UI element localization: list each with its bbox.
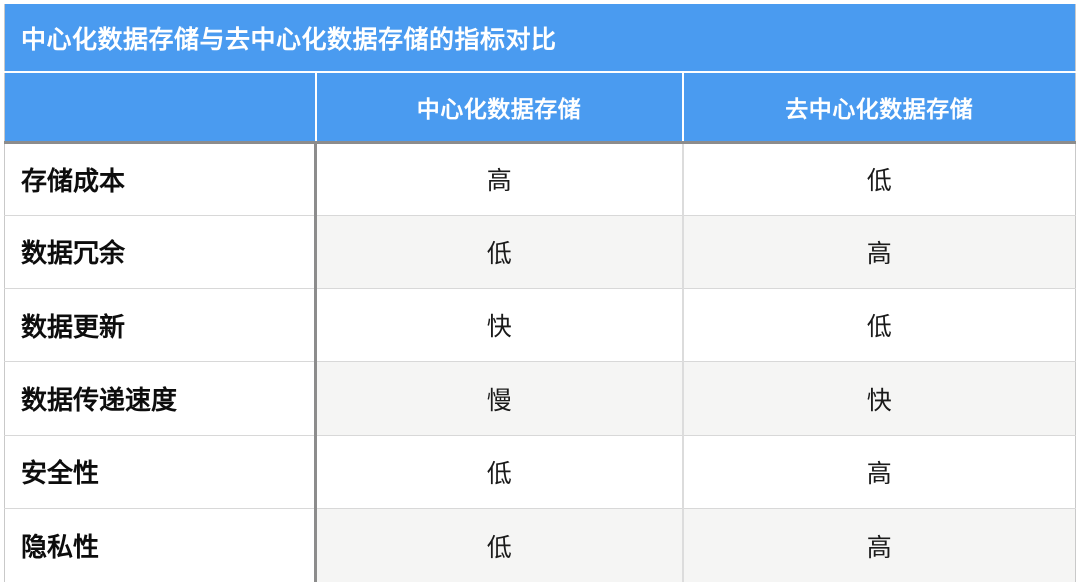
table-row: 安全性低高 — [4, 435, 1076, 510]
cell-decentralized-value: 高 — [682, 215, 1076, 290]
row-metric-label: 数据更新 — [4, 288, 317, 363]
column-header-decentralized: 去中心化数据存储 — [682, 72, 1076, 144]
cell-decentralized-value: 高 — [682, 508, 1076, 582]
column-header-centralized: 中心化数据存储 — [315, 72, 684, 144]
row-metric-label: 数据冗余 — [4, 215, 317, 290]
cell-centralized-value: 高 — [315, 142, 684, 216]
cell-decentralized-value: 低 — [682, 288, 1076, 363]
row-metric-label: 存储成本 — [4, 142, 317, 216]
column-header-row: 中心化数据存储 去中心化数据存储 — [4, 72, 1076, 144]
cell-centralized-value: 低 — [315, 215, 684, 290]
table-title-row: 中心化数据存储与去中心化数据存储的指标对比 — [4, 4, 1076, 73]
table-title: 中心化数据存储与去中心化数据存储的指标对比 — [4, 4, 1076, 73]
cell-decentralized-value: 快 — [682, 361, 1076, 436]
table-row: 存储成本高低 — [4, 142, 1076, 216]
comparison-table: 中心化数据存储与去中心化数据存储的指标对比 中心化数据存储 去中心化数据存储 存… — [4, 4, 1076, 582]
table-row: 隐私性低高 — [4, 508, 1076, 582]
cell-centralized-value: 快 — [315, 288, 684, 363]
cell-centralized-value: 慢 — [315, 361, 684, 436]
table-body: 存储成本高低数据冗余低高数据更新快低数据传递速度慢快安全性低高隐私性低高 — [4, 142, 1076, 582]
table-row: 数据冗余低高 — [4, 215, 1076, 290]
cell-centralized-value: 低 — [315, 508, 684, 582]
cell-decentralized-value: 低 — [682, 142, 1076, 216]
comparison-table-container: 中心化数据存储与去中心化数据存储的指标对比 中心化数据存储 去中心化数据存储 存… — [0, 0, 1080, 582]
cell-centralized-value: 低 — [315, 435, 684, 510]
row-metric-label: 隐私性 — [4, 508, 317, 582]
cell-decentralized-value: 高 — [682, 435, 1076, 510]
column-header-metric — [4, 72, 317, 144]
table-row: 数据传递速度慢快 — [4, 361, 1076, 436]
table-header: 中心化数据存储与去中心化数据存储的指标对比 中心化数据存储 去中心化数据存储 — [4, 4, 1076, 144]
row-metric-label: 安全性 — [4, 435, 317, 510]
row-metric-label: 数据传递速度 — [4, 361, 317, 436]
table-row: 数据更新快低 — [4, 288, 1076, 363]
